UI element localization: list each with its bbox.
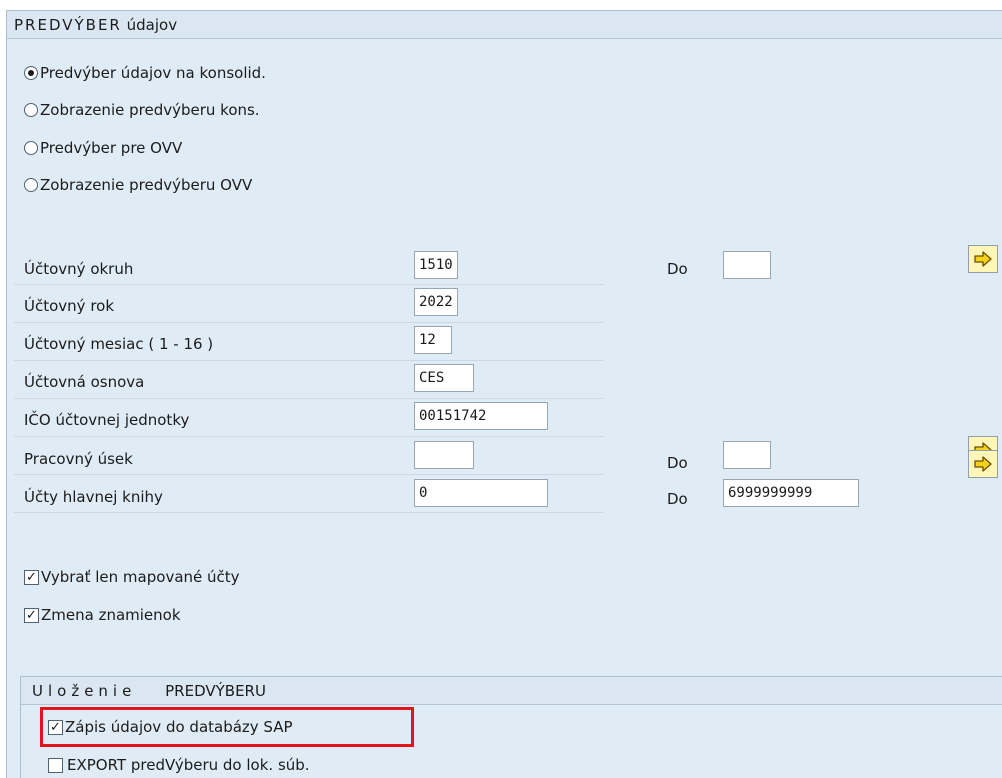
period-input[interactable]: 12	[414, 326, 452, 354]
ico-input[interactable]: 00151742	[414, 402, 548, 430]
gl-accounts-input[interactable]: 0	[414, 479, 548, 507]
gl-accounts-multiple-selection-button[interactable]	[968, 450, 998, 478]
label-gl-accounts: Účty hlavnej knihy	[24, 488, 163, 506]
radio-zobrazenie-ovv[interactable]: Zobrazenie predvýberu OVV	[24, 173, 252, 197]
radio-label: Zobrazenie predvýberu OVV	[40, 176, 253, 194]
label-ico: IČO účtovnej jednotky	[24, 411, 190, 429]
check-label: EXPORT predVýberu do lok. súb.	[67, 756, 310, 774]
fiscal-year-input[interactable]: 2022	[414, 288, 458, 316]
label-company-code: Účtovný okruh	[24, 260, 134, 278]
check-sign-change[interactable]: ✓ Zmena znamienok	[24, 603, 181, 627]
checkbox-icon[interactable]	[48, 757, 63, 773]
check-label: Vybrať len mapované účty	[41, 568, 240, 586]
frame-title-spaced: PREDVÝBER	[14, 16, 122, 34]
check-mapped-accounts[interactable]: ✓ Vybrať len mapované účty	[24, 565, 240, 589]
radio-icon[interactable]	[24, 103, 38, 117]
company-code-input[interactable]: 1510	[414, 251, 458, 279]
radio-icon[interactable]	[24, 141, 38, 155]
row-separator	[14, 398, 604, 399]
row-separator	[14, 436, 604, 437]
highlight-box	[40, 707, 414, 747]
row-separator	[14, 512, 604, 513]
radio-label: Predvýber údajov na konsolid.	[40, 64, 266, 82]
group-title-spaced: Uloženie	[32, 682, 137, 700]
label-fiscal-year: Účtovný rok	[24, 297, 115, 315]
gl-accounts-to-input[interactable]: 6999999999	[723, 479, 859, 507]
predvyber-frame	[6, 10, 1002, 778]
group-title: Uloženie PREDVÝBERU	[32, 680, 266, 702]
sap-selection-screen: PREDVÝBER údajov Predvýber údajov na kon…	[0, 0, 1002, 778]
radio-label: Predvýber pre OVV	[40, 139, 183, 157]
radio-predvyber-konsolid[interactable]: Predvýber údajov na konsolid.	[24, 61, 266, 85]
top-band	[0, 0, 1002, 10]
arrow-right-icon	[974, 456, 992, 472]
row-separator	[14, 322, 604, 323]
radio-predvyber-ovv[interactable]: Predvýber pre OVV	[24, 136, 182, 160]
check-label: Zmena znamienok	[41, 606, 181, 624]
row-separator	[14, 474, 604, 475]
radio-label: Zobrazenie predvýberu kons.	[40, 101, 260, 119]
radio-zobrazenie-kons[interactable]: Zobrazenie predvýberu kons.	[24, 98, 260, 122]
frame-title-rest: údajov	[126, 16, 178, 34]
arrow-right-icon	[974, 251, 992, 267]
row-separator	[14, 284, 604, 285]
label-work-section: Pracovný úsek	[24, 450, 133, 468]
label-chart-of-accounts: Účtovná osnova	[24, 373, 145, 391]
label-work-section-to: Do	[667, 454, 688, 472]
chart-of-accounts-input[interactable]: CES	[414, 364, 474, 392]
label-gl-accounts-to: Do	[667, 490, 688, 508]
frame-title: PREDVÝBER údajov	[14, 14, 177, 36]
checkbox-checked-icon[interactable]: ✓	[24, 607, 39, 623]
radio-icon[interactable]	[24, 178, 38, 192]
radio-selected-icon[interactable]	[24, 66, 38, 80]
group-title-rest: PREDVÝBERU	[165, 682, 266, 700]
label-period: Účtovný mesiac ( 1 - 16 )	[24, 335, 214, 353]
company-code-to-input[interactable]	[723, 251, 771, 279]
work-section-to-input[interactable]	[723, 441, 771, 469]
work-section-input[interactable]	[414, 441, 474, 469]
label-company-code-to: Do	[667, 260, 688, 278]
check-export-local-file[interactable]: EXPORT predVýberu do lok. súb.	[48, 753, 310, 777]
checkbox-checked-icon[interactable]: ✓	[24, 569, 39, 585]
company-code-multiple-selection-button[interactable]	[968, 245, 998, 273]
row-separator	[14, 360, 604, 361]
